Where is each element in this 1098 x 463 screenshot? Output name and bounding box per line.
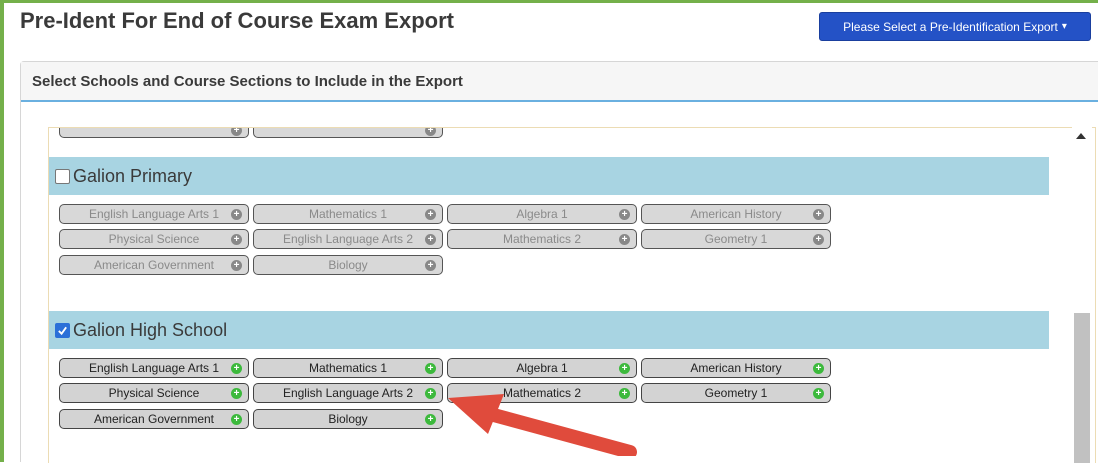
course-label: Biology [328, 412, 368, 426]
plus-circle-icon[interactable]: + [619, 363, 630, 374]
course-pill[interactable]: Mathematics 1 + [253, 358, 443, 378]
school-checkbox-galion-high-school[interactable] [55, 322, 70, 338]
course-label: Mathematics 1 [308, 207, 388, 221]
course-pill[interactable]: Biology + [253, 409, 443, 429]
plus-circle-icon[interactable]: + [425, 260, 436, 271]
course-pill[interactable]: Algebra 1 + [447, 204, 637, 224]
vertical-scrollbar[interactable] [1072, 127, 1092, 463]
frame-left-border [0, 0, 4, 462]
scroll-thumb[interactable] [1074, 313, 1090, 463]
plus-circle-icon[interactable]: + [231, 388, 242, 399]
plus-circle-icon[interactable]: + [425, 363, 436, 374]
previous-course-row: + + [59, 128, 443, 138]
school-header-galion-primary[interactable]: Galion Primary [49, 157, 1049, 195]
school-checkbox-galion-primary[interactable] [55, 168, 70, 184]
course-label: Algebra 1 [516, 361, 568, 375]
course-row: Physical Science + English Language Arts … [59, 229, 831, 249]
checkmark-icon [58, 326, 67, 335]
course-row: American Government + Biology + [59, 255, 443, 275]
course-pill-partial[interactable]: + [59, 128, 249, 138]
course-label: Algebra 1 [516, 207, 568, 221]
plus-circle-icon[interactable]: + [619, 234, 630, 245]
plus-circle-icon[interactable]: + [231, 209, 242, 220]
red-arrow-annotation [448, 394, 637, 456]
course-label: Biology [328, 258, 368, 272]
plus-circle-icon[interactable]: + [813, 388, 824, 399]
course-pill[interactable]: English Language Arts 2 + [253, 383, 443, 403]
plus-circle-icon[interactable]: + [813, 209, 824, 220]
course-pill[interactable]: English Language Arts 1 + [59, 358, 249, 378]
panel-header: Select Schools and Course Sections to In… [21, 62, 1098, 102]
course-label: American History [690, 207, 782, 221]
course-pill[interactable]: Physical Science + [59, 383, 249, 403]
plus-circle-icon[interactable]: + [425, 234, 436, 245]
course-pill[interactable]: Mathematics 1 + [253, 204, 443, 224]
course-pill[interactable]: American History + [641, 358, 831, 378]
course-label: Physical Science [108, 386, 200, 400]
plus-circle-icon[interactable]: + [813, 363, 824, 374]
plus-circle-icon[interactable]: + [425, 209, 436, 220]
course-label: Physical Science [108, 232, 200, 246]
school-name: Galion Primary [73, 165, 193, 186]
plus-circle-icon[interactable]: + [231, 414, 242, 425]
school-name: Galion High School [73, 319, 228, 340]
course-label: English Language Arts 1 [88, 207, 220, 221]
frame-top-border [0, 0, 1098, 3]
course-row: American Government + Biology + [59, 409, 443, 429]
course-pill[interactable]: Algebra 1 + [447, 358, 637, 378]
course-pill[interactable]: English Language Arts 1 + [59, 204, 249, 224]
course-pill-partial[interactable]: + [253, 128, 443, 138]
course-label: American Government [93, 412, 215, 426]
course-label: English Language Arts 2 [282, 386, 414, 400]
plus-circle-icon[interactable]: + [231, 260, 242, 271]
course-pill[interactable]: Mathematics 2 + [447, 229, 637, 249]
course-pill[interactable]: Physical Science + [59, 229, 249, 249]
plus-circle-icon[interactable]: + [619, 209, 630, 220]
plus-circle-icon[interactable]: + [231, 234, 242, 245]
scroll-up-arrow-icon[interactable] [1076, 133, 1086, 139]
course-label: Mathematics 2 [502, 232, 582, 246]
plus-circle-icon[interactable]: + [813, 234, 824, 245]
course-pill[interactable]: Biology + [253, 255, 443, 275]
pre-identification-export-dropdown[interactable]: Please Select a Pre-Identification Expor… [819, 12, 1091, 41]
course-label: Mathematics 1 [308, 361, 388, 375]
plus-circle-icon[interactable]: + [425, 414, 436, 425]
plus-circle-icon: + [231, 128, 242, 136]
course-pill[interactable]: American Government + [59, 255, 249, 275]
course-label: Geometry 1 [704, 232, 768, 246]
school-header-galion-high-school[interactable]: Galion High School [49, 311, 1049, 349]
course-pill[interactable]: Geometry 1 + [641, 229, 831, 249]
plus-circle-icon[interactable]: + [231, 363, 242, 374]
course-pill[interactable]: Geometry 1 + [641, 383, 831, 403]
course-label: Geometry 1 [704, 386, 768, 400]
chevron-down-icon: ▾ [1061, 21, 1067, 32]
course-label: American Government [93, 258, 215, 272]
plus-circle-icon: + [425, 128, 436, 136]
page-title: Pre-Ident For End of Course Exam Export [20, 8, 454, 33]
export-dropdown-label: Please Select a Pre-Identification Expor… [843, 19, 1058, 34]
course-row: English Language Arts 1 + Mathematics 1 + … [59, 204, 831, 224]
plus-circle-icon[interactable]: + [425, 388, 436, 399]
course-pill[interactable]: English Language Arts 2 + [253, 229, 443, 249]
course-row: English Language Arts 1 + Mathematics 1 + … [59, 358, 831, 378]
course-label: English Language Arts 1 [88, 361, 220, 375]
course-pill[interactable]: American History + [641, 204, 831, 224]
course-pill[interactable]: American Government + [59, 409, 249, 429]
course-label: American History [690, 361, 782, 375]
course-label: English Language Arts 2 [282, 232, 414, 246]
